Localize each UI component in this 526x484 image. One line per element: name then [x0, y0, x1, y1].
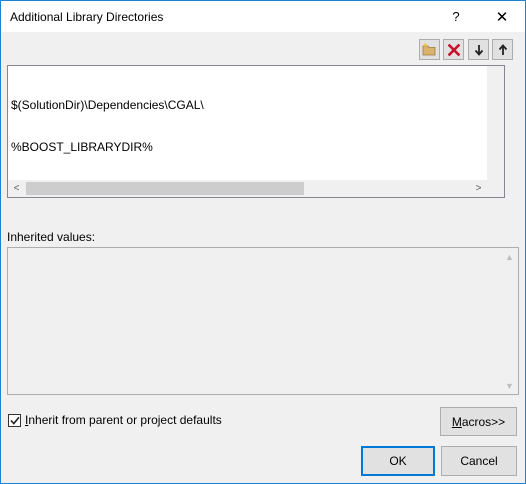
checkmark-icon: [9, 416, 20, 425]
editor-text[interactable]: $(SolutionDir)\Dependencies\CGAL\ %BOOST…: [11, 70, 204, 182]
vertical-scrollbar[interactable]: [487, 66, 504, 180]
scroll-down-icon[interactable]: ▼: [501, 377, 518, 394]
scroll-right-icon[interactable]: >: [470, 180, 487, 197]
inherited-values-box: ▲ ▼: [7, 247, 519, 395]
ok-button[interactable]: OK: [361, 446, 435, 476]
accelerator-key: M: [451, 414, 462, 429]
cancel-button[interactable]: Cancel: [441, 446, 517, 476]
dialog-title: Additional Library Directories: [10, 10, 164, 24]
close-button[interactable]: ✕: [479, 1, 525, 32]
arrow-up-icon: [498, 43, 507, 55]
directories-textarea[interactable]: $(SolutionDir)\Dependencies\CGAL\ %BOOST…: [7, 65, 505, 198]
new-line-button[interactable]: [419, 39, 440, 60]
scroll-thumb[interactable]: [26, 182, 304, 195]
editor-line: $(SolutionDir)\Dependencies\CGAL\: [11, 98, 204, 112]
dialog-window: Additional Library Directories ? ✕ $(Sol…: [0, 0, 526, 484]
delete-button[interactable]: [443, 39, 464, 60]
checkbox-label-text: nherit from parent or project defaults: [28, 413, 222, 427]
title-bar[interactable]: Additional Library Directories ? ✕: [1, 1, 525, 32]
editor-line: %BOOST_LIBRARYDIR%: [11, 140, 153, 154]
folder-new-icon: [422, 43, 436, 56]
scroll-corner: [487, 180, 504, 197]
inherit-checkbox[interactable]: [8, 414, 21, 427]
scroll-up-icon[interactable]: ▲: [501, 248, 518, 265]
inherit-checkbox-label[interactable]: Inherit from parent or project defaults: [25, 413, 222, 427]
help-button[interactable]: ?: [433, 1, 479, 32]
move-up-button[interactable]: [492, 39, 513, 60]
macros-button[interactable]: Macros>>: [440, 407, 517, 436]
inherited-values-label: Inherited values:: [7, 230, 96, 244]
horizontal-scrollbar[interactable]: < >: [8, 180, 487, 197]
delete-x-icon: [447, 43, 460, 56]
arrow-down-icon: [474, 44, 483, 56]
scroll-left-icon[interactable]: <: [8, 180, 25, 197]
inherited-scrollbar[interactable]: ▲ ▼: [501, 248, 518, 394]
move-down-button[interactable]: [468, 39, 489, 60]
macros-label: acros>>: [461, 414, 506, 429]
